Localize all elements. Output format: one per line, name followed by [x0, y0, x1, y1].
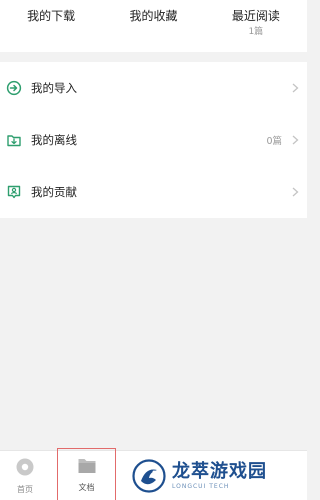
tab-label: 最近阅读 — [231, 9, 280, 23]
app-root: 我的下载 我的收藏 最近阅读 1篇 我的导入 我的离线 0篇 我的贡献 首页 文… — [0, 0, 307, 500]
brand-emblem-icon — [132, 459, 166, 493]
nav-label: 首页 — [17, 485, 33, 494]
contribution-icon — [6, 184, 22, 200]
list-item-offline[interactable]: 我的离线 0篇 — [0, 114, 307, 166]
list-item-label: 我的贡献 — [31, 185, 77, 199]
tab-my-favorites[interactable]: 我的收藏 — [102, 0, 204, 52]
folder-icon — [77, 457, 97, 479]
watermark-title: 龙萃游戏园 — [172, 461, 267, 482]
list-item-contribution[interactable]: 我的贡献 — [0, 166, 307, 218]
chevron-right-icon — [292, 83, 299, 93]
home-icon — [15, 457, 35, 481]
nav-item-home[interactable]: 首页 — [0, 451, 50, 500]
offline-count: 0篇 — [266, 136, 282, 147]
tab-label: 我的收藏 — [129, 9, 178, 23]
section-divider — [0, 52, 307, 62]
chevron-right-icon — [292, 135, 299, 145]
import-icon — [6, 80, 22, 96]
tab-my-downloads[interactable]: 我的下载 — [0, 0, 102, 52]
nav-label: 文档 — [78, 483, 95, 492]
tab-recent-reading[interactable]: 最近阅读 1篇 — [205, 0, 307, 52]
list-item-label: 我的导入 — [31, 81, 77, 95]
empty-content-area — [0, 218, 307, 450]
top-tabs: 我的下载 我的收藏 最近阅读 1篇 — [0, 0, 307, 52]
chevron-right-icon — [292, 187, 299, 197]
tab-label: 我的下载 — [27, 9, 76, 23]
watermark-logo: 龙萃游戏园 LONGCUI TECH — [132, 455, 302, 497]
recent-count: 1篇 — [248, 27, 264, 37]
menu-list: 我的导入 我的离线 0篇 我的贡献 — [0, 62, 307, 218]
list-item-import[interactable]: 我的导入 — [0, 62, 307, 114]
nav-item-docs[interactable]: 文档 — [57, 448, 116, 500]
watermark-subtitle: LONGCUI TECH — [172, 483, 230, 490]
offline-download-icon — [6, 132, 22, 148]
list-item-label: 我的离线 — [31, 133, 77, 147]
watermark-text: 龙萃游戏园 LONGCUI TECH — [172, 461, 267, 491]
